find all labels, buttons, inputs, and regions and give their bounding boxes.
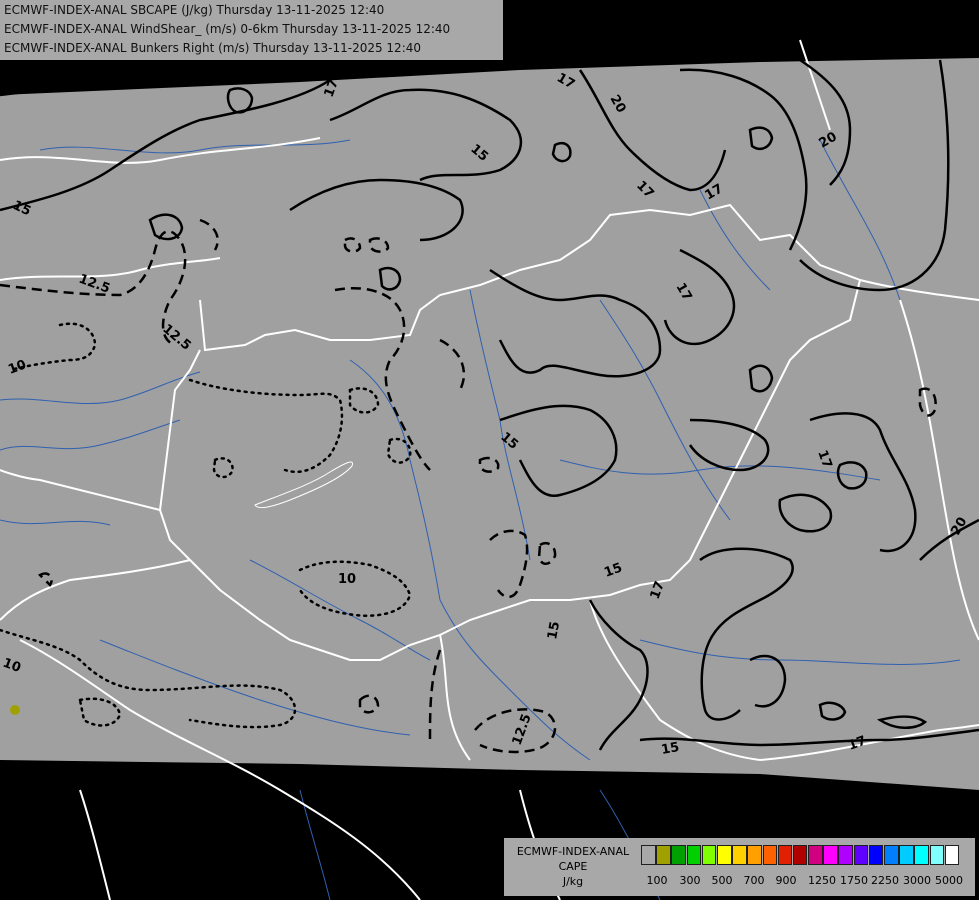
legend-tick: 100 [646, 874, 668, 887]
title-sbcape: ECMWF-INDEX-ANAL SBCAPE (J/kg) Thursday … [4, 3, 385, 17]
legend-swatch [792, 845, 808, 865]
legend-swatch [853, 845, 869, 865]
legend-ticks: 100 300 500 700 900 1250 1750 2250 3000 … [642, 874, 972, 888]
legend-swatches [641, 845, 960, 865]
legend-tick: 2250 [871, 874, 899, 887]
legend-swatch [762, 845, 778, 865]
map-viewer: 20 17 17 20 15 15 12.5 12.5 10 15 17 17 … [0, 0, 979, 900]
title-windshear: ECMWF-INDEX-ANAL WindShear_ (m/s) 0-6km … [4, 22, 451, 36]
legend-swatch [686, 845, 702, 865]
cape-spot [10, 705, 20, 715]
legend-swatch [641, 845, 656, 865]
weather-map: 20 17 17 20 15 15 12.5 12.5 10 15 17 17 … [0, 0, 979, 900]
legend-swatch [884, 845, 899, 865]
legend-swatch [838, 845, 854, 865]
legend-swatch [808, 845, 823, 865]
legend-swatch [929, 845, 945, 865]
legend-swatch [701, 845, 717, 865]
contour-label: 15 [660, 740, 680, 758]
legend-tick: 5000 [935, 874, 963, 887]
contour-label: 10 [338, 572, 356, 587]
legend-swatch [944, 845, 960, 865]
legend-swatch [671, 845, 686, 865]
contour-label: 15 [545, 620, 563, 640]
legend-swatch [716, 845, 732, 865]
legend-swatch [868, 845, 884, 865]
legend-tick: 300 [679, 874, 701, 887]
contour-label: 17 [232, 65, 250, 80]
cape-legend: ECMWF-INDEX-ANAL CAPE J/kg 100 300 500 7… [504, 838, 975, 896]
legend-swatch [732, 845, 747, 865]
legend-swatch [656, 845, 671, 865]
legend-variable: CAPE [558, 860, 588, 873]
legend-title: ECMWF-INDEX-ANAL [516, 845, 630, 858]
model-domain-area [0, 58, 979, 790]
legend-tick: 1750 [840, 874, 868, 887]
title-bunkers: ECMWF-INDEX-ANAL Bunkers Right (m/s) Thu… [4, 41, 422, 55]
legend-swatch [823, 845, 838, 865]
legend-unit: J/kg [562, 875, 584, 888]
legend-swatch [747, 845, 762, 865]
legend-tick: 3000 [903, 874, 931, 887]
legend-tick: 900 [775, 874, 797, 887]
legend-swatch [777, 845, 793, 865]
legend-swatch [899, 845, 914, 865]
legend-tick: 1250 [808, 874, 836, 887]
map-title-box: ECMWF-INDEX-ANAL SBCAPE (J/kg) Thursday … [0, 0, 503, 60]
legend-tick: 500 [711, 874, 733, 887]
legend-tick: 700 [743, 874, 765, 887]
legend-swatch [914, 845, 929, 865]
